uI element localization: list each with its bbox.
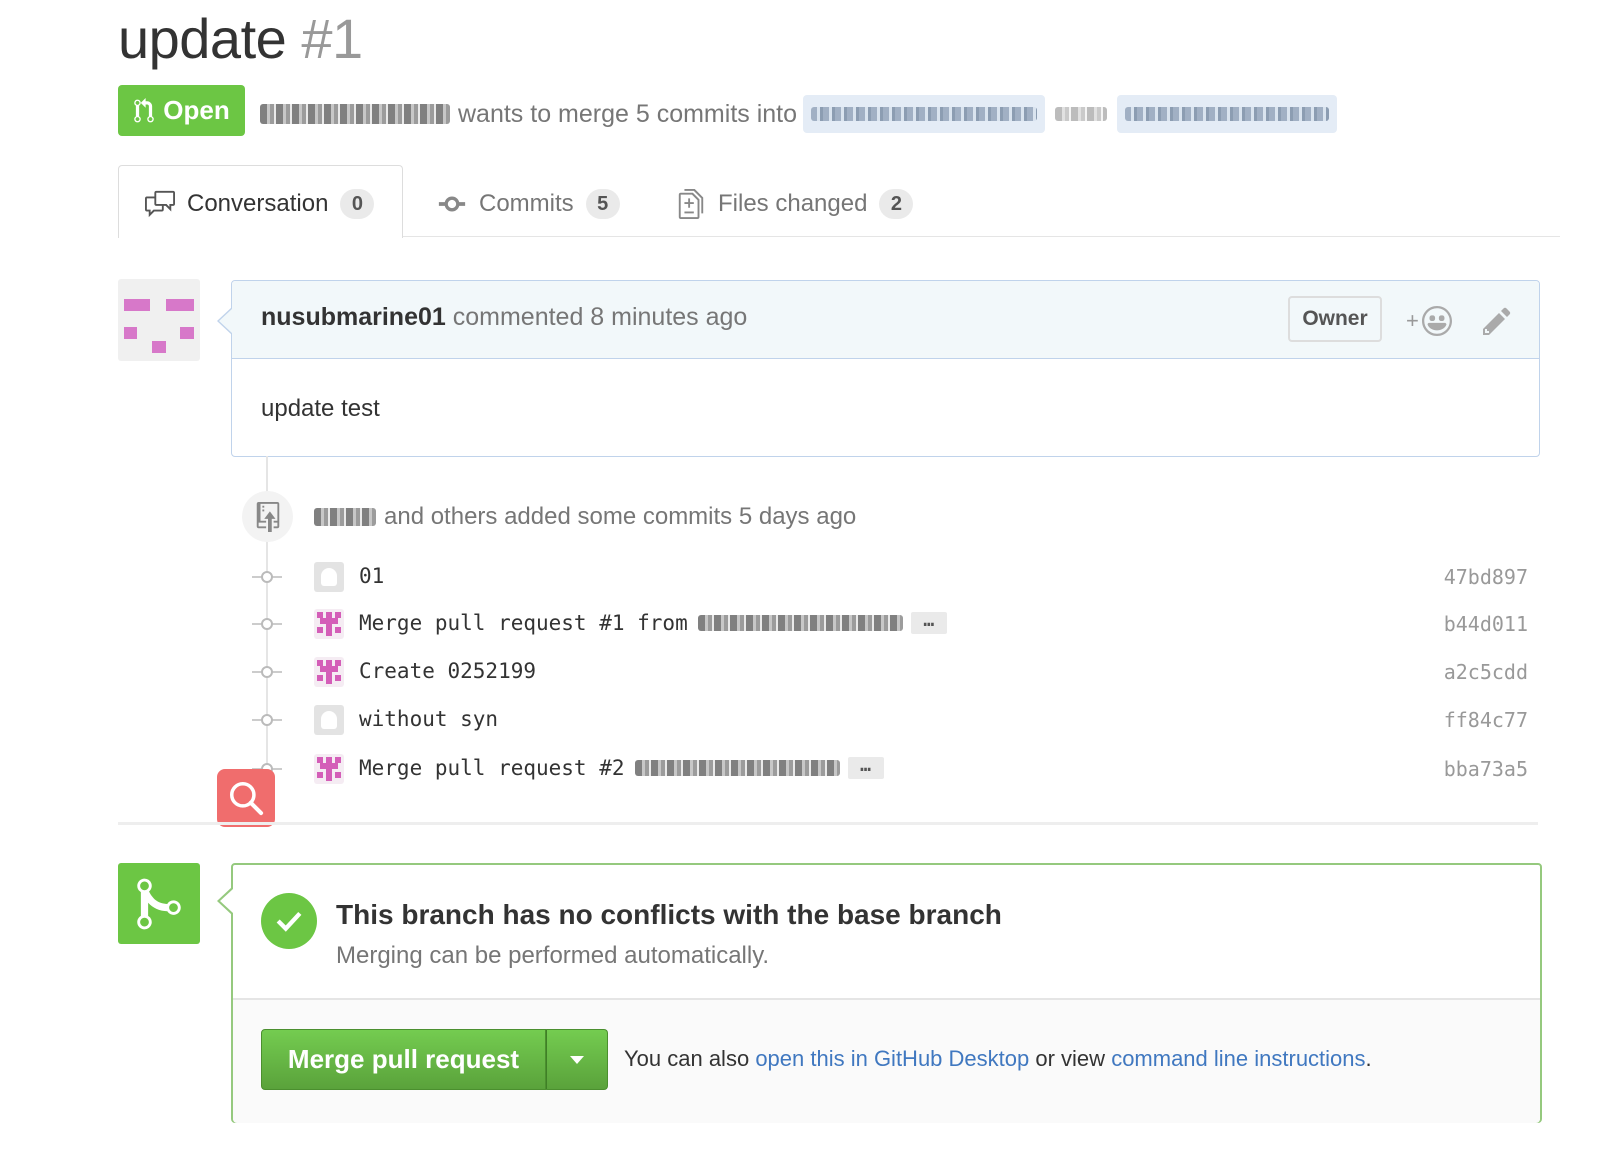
commit-message[interactable]: 01 [359, 564, 384, 588]
merge-note-middle: or view [1035, 1046, 1106, 1071]
tab-conversation[interactable]: Conversation 0 [145, 184, 375, 224]
git-pull-request-icon [134, 97, 155, 122]
comment-author[interactable]: nusubmarine01 [261, 303, 446, 331]
comment-timestamp[interactable]: commented 8 minutes ago [453, 303, 748, 331]
commit-sha[interactable]: b44d011 [1444, 612, 1528, 636]
tab-files-changed-label: Files changed [718, 190, 868, 217]
merge-method-dropdown[interactable] [546, 1029, 608, 1090]
merge-status-heading: This branch has no conflicts with the ba… [336, 899, 1002, 930]
merge-pull-request-button[interactable]: Merge pull request [261, 1029, 546, 1090]
tab-conversation-count: 0 [340, 189, 375, 219]
tab-conversation-label: Conversation [187, 190, 329, 217]
commit-message-text[interactable]: without syn [359, 707, 498, 731]
commit-row[interactable]: Create 0252199 a2c5cdd [252, 652, 1528, 692]
commits-summary: and others added some commits 5 days ago [314, 503, 856, 531]
commits-summary-text: and others added some commits 5 days ago [384, 503, 857, 530]
comment-meta: nusubmarine01 commented 8 minutes ago [261, 303, 747, 332]
commit-message-text[interactable]: Merge pull request #1 from [359, 611, 688, 635]
git-commit-icon [252, 567, 282, 587]
head-branch[interactable] [1117, 95, 1338, 133]
avatar[interactable] [118, 279, 200, 361]
git-commit-icon [252, 614, 282, 634]
tab-files-changed[interactable]: Files changed 2 [676, 184, 914, 224]
commit-author-avatar[interactable] [314, 562, 344, 592]
commit-message-text[interactable]: Merge pull request #2 [359, 756, 625, 780]
git-merge-icon [118, 863, 200, 944]
commit-row[interactable]: Merge pull request #2 … bba73a5 [252, 749, 1528, 789]
command-line-instructions-link[interactable]: command line instructions [1111, 1046, 1365, 1071]
commit-row[interactable]: 01 47bd897 [252, 557, 1528, 597]
tab-commits-count: 5 [585, 189, 620, 219]
state-label: Open [163, 95, 230, 125]
base-branch[interactable] [803, 95, 1046, 133]
commit-author-avatar[interactable] [314, 705, 344, 735]
reaction-plus: + [1406, 308, 1419, 333]
pr-title: update #1 [118, 6, 363, 71]
check-icon [261, 893, 317, 949]
commit-sha[interactable]: ff84c77 [1444, 708, 1528, 732]
commit-row[interactable]: without syn ff84c77 [252, 700, 1528, 740]
commit-author-avatar[interactable] [314, 609, 344, 639]
merge-note-suffix: . [1365, 1046, 1372, 1071]
commit-message-text[interactable]: 01 [359, 564, 384, 588]
commit-sha[interactable]: bba73a5 [1444, 757, 1528, 781]
git-commit-icon [252, 710, 282, 730]
commit-author-avatar[interactable] [314, 657, 344, 687]
comment-header: nusubmarine01 commented 8 minutes ago Ow… [232, 281, 1539, 359]
commit-author-redacted[interactable] [314, 508, 376, 526]
merge-note: You can also open this in GitHub Desktop… [624, 1046, 1372, 1072]
commit-message-redacted [634, 760, 840, 776]
merge-status-subtext: Merging can be performed automatically. [336, 942, 770, 969]
state-badge: Open [118, 85, 245, 136]
commit-message[interactable]: Merge pull request #1 from … [359, 611, 947, 635]
expand-commit-message-button[interactable]: … [910, 612, 947, 634]
comment: nusubmarine01 commented 8 minutes ago Ow… [217, 280, 1540, 457]
from-redacted [1055, 107, 1108, 121]
pencil-icon[interactable] [1482, 305, 1512, 337]
tab-commits-label: Commits [479, 190, 574, 217]
commit-sha[interactable]: a2c5cdd [1444, 660, 1528, 684]
search-icon [230, 782, 264, 816]
commit-author-avatar[interactable] [314, 754, 344, 784]
merge-text: wants to merge 5 commits into [458, 99, 798, 128]
smiley-icon [1421, 306, 1452, 336]
search-button[interactable] [217, 769, 275, 827]
owner-label: Owner [1288, 296, 1382, 342]
commit-message[interactable]: Create 0252199 [359, 659, 536, 683]
git-commit-icon [438, 196, 466, 212]
commit-message[interactable]: Merge pull request #2 … [359, 756, 884, 780]
file-diff-icon [678, 189, 704, 219]
merge-note-prefix: You can also [624, 1046, 750, 1071]
commit-message[interactable]: without syn [359, 707, 498, 731]
timeline-divider [118, 822, 1538, 825]
merge-box: This branch has no conflicts with the ba… [217, 863, 1542, 1123]
commit-row[interactable]: Merge pull request #1 from … b44d011 [252, 604, 1528, 644]
merge-info: wants to merge 5 commits into [260, 95, 1338, 133]
commit-message-redacted [697, 615, 903, 631]
commit-message-text[interactable]: Create 0252199 [359, 659, 536, 683]
comment-discussion-icon [145, 190, 175, 218]
tab-commits[interactable]: Commits 5 [437, 184, 620, 224]
pr-number: #1 [301, 7, 363, 70]
pr-title-text: update [118, 7, 287, 70]
repo-push-icon [242, 491, 293, 542]
comment-body: update test [261, 395, 380, 422]
git-commit-icon [252, 662, 282, 682]
commit-sha[interactable]: 47bd897 [1444, 565, 1528, 589]
author-redacted[interactable] [260, 104, 450, 124]
add-reaction-button[interactable]: + [1406, 305, 1458, 337]
tab-files-changed-count: 2 [879, 189, 914, 219]
expand-commit-message-button[interactable]: … [847, 757, 884, 779]
open-github-desktop-link[interactable]: open this in GitHub Desktop [755, 1046, 1029, 1071]
comment-arrow [217, 307, 233, 335]
merge-footer: Merge pull request You can also open thi… [233, 998, 1540, 1123]
merge-arrow [217, 887, 233, 915]
